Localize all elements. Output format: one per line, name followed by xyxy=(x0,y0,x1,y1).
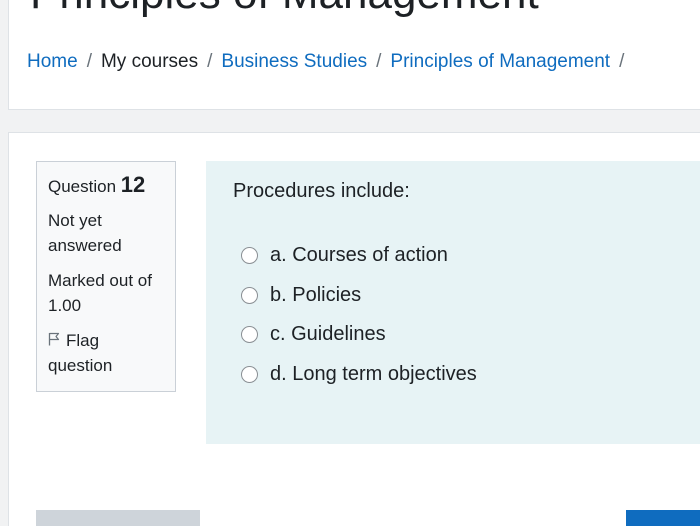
radio-empty-icon[interactable] xyxy=(241,286,258,304)
next-page-button[interactable] xyxy=(626,510,700,526)
answer-label: c. Guidelines xyxy=(270,323,386,346)
answer-option-a[interactable]: a. Courses of action xyxy=(241,236,477,276)
flag-icon xyxy=(48,328,62,353)
breadcrumb-separator: / xyxy=(207,51,213,72)
radio-empty-icon[interactable] xyxy=(241,365,258,383)
breadcrumb-separator: / xyxy=(86,51,92,72)
answer-option-d[interactable]: d. Long term objectives xyxy=(241,355,477,395)
breadcrumb-home[interactable]: Home xyxy=(27,51,78,72)
answer-option-b[interactable]: b. Policies xyxy=(241,276,477,316)
question-text: Procedures include: xyxy=(233,180,410,202)
radio-empty-icon[interactable] xyxy=(241,326,258,344)
answer-label: d. Long term objectives xyxy=(270,362,477,385)
radio-empty-icon[interactable] xyxy=(241,247,258,265)
flag-question-button[interactable]: Flag question xyxy=(48,328,165,378)
question-info-box: Question 12 Not yet answered Marked out … xyxy=(36,161,176,392)
question-label: Question xyxy=(48,177,117,196)
breadcrumb-my-courses[interactable]: My courses xyxy=(101,51,198,72)
previous-page-button[interactable] xyxy=(36,510,200,526)
question-grade: Marked out of 1.00 xyxy=(48,271,152,315)
breadcrumb-separator: / xyxy=(376,51,382,72)
breadcrumb-separator: / xyxy=(619,51,625,72)
question-number-value: 12 xyxy=(120,172,146,197)
answer-label: a. Courses of action xyxy=(270,244,448,267)
question-content: Procedures include: a. Courses of action… xyxy=(206,161,700,444)
answer-option-c[interactable]: c. Guidelines xyxy=(241,315,477,355)
answer-label: b. Policies xyxy=(270,283,362,306)
question-number: Question 12 xyxy=(48,172,165,200)
breadcrumb-principles-of-management[interactable]: Principles of Management xyxy=(390,51,610,72)
breadcrumb: Home / My courses / Business Studies / Princip… xyxy=(27,50,633,74)
page-title: Principles of Management xyxy=(30,0,539,20)
breadcrumb-business-studies[interactable]: Business Studies xyxy=(221,51,367,72)
answer-list: a. Courses of action b. Policies c. Guid… xyxy=(241,236,477,394)
question-state: Not yet answered xyxy=(48,211,122,255)
quiz-page: Principles of Management Home / My courses… xyxy=(0,0,700,526)
